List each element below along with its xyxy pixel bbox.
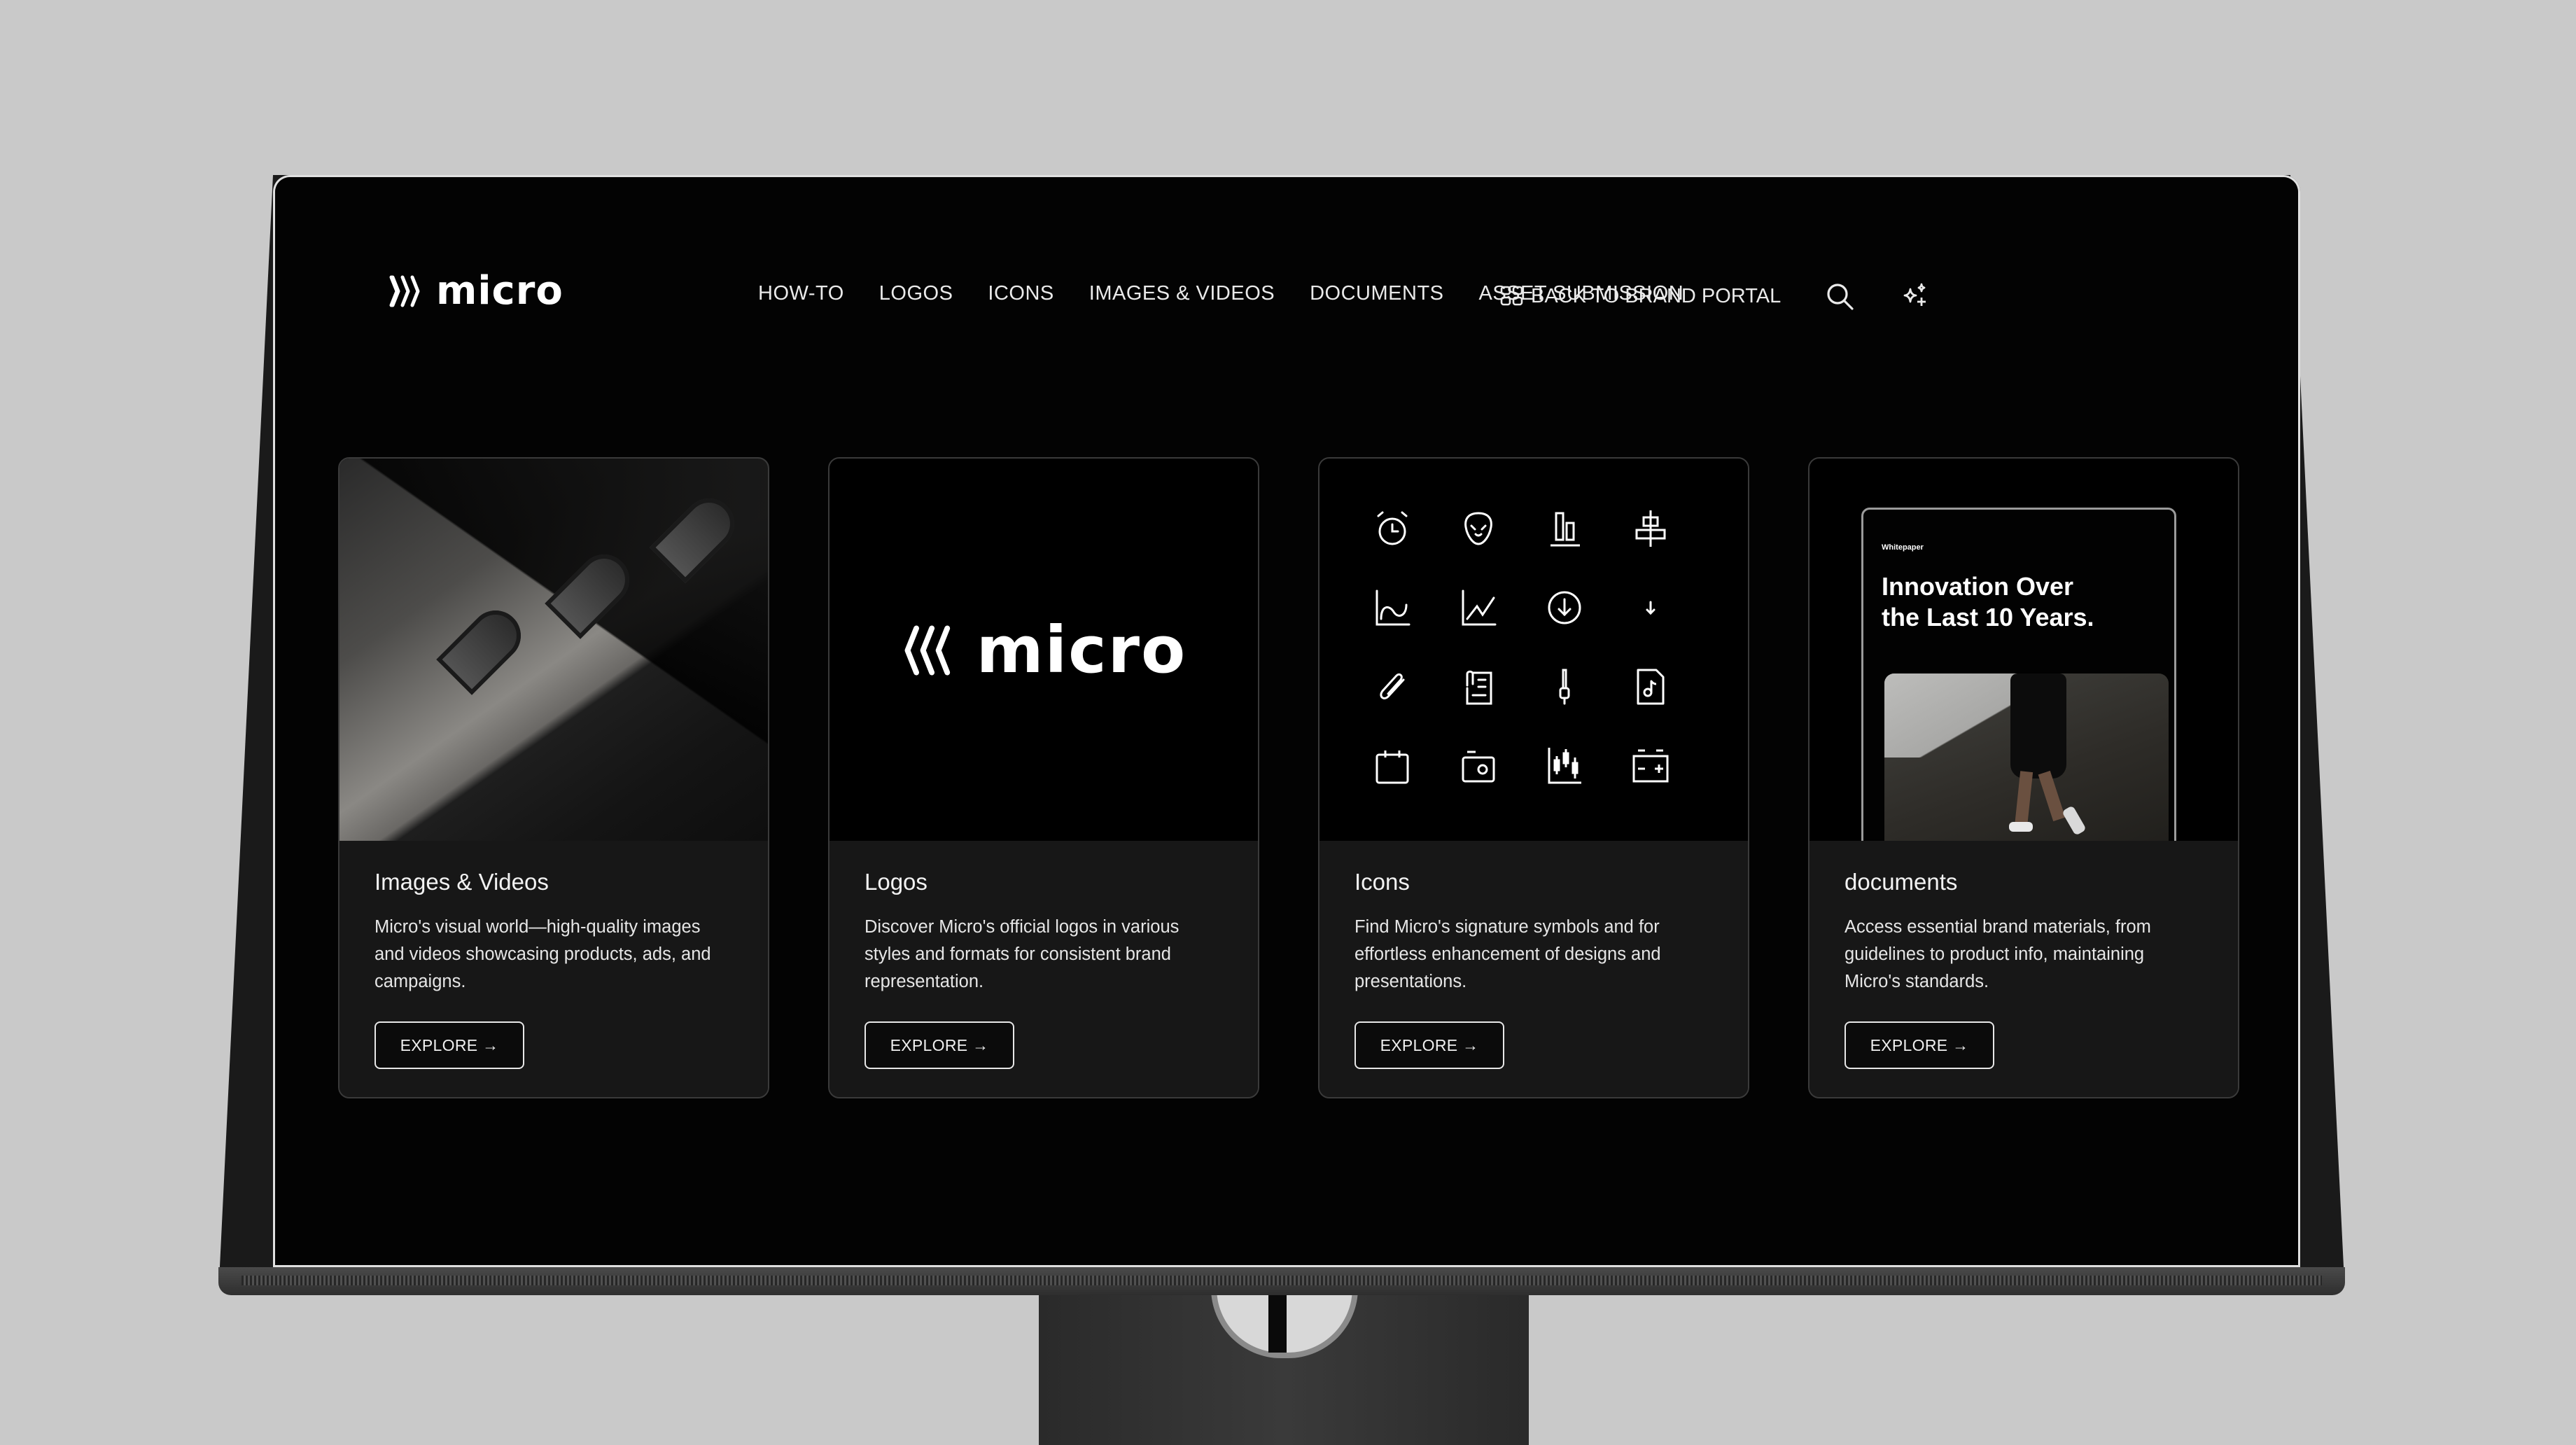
card-body: documents Access essential brand materia… (1809, 841, 2238, 1097)
card-title: Logos (864, 869, 927, 895)
stand-cable (1268, 1288, 1287, 1353)
card-description: Find Micro's signature symbols and for e… (1354, 917, 1661, 991)
calendar-icon (1376, 751, 1409, 784)
micro-logo-preview: micro (830, 459, 1258, 841)
nav-item-icons[interactable]: ICONS (988, 282, 1054, 305)
nav-item-documents[interactable]: DOCUMENTS (1310, 282, 1443, 305)
explore-documents-button[interactable]: EXPLORE → (1844, 1021, 1994, 1069)
back-link-label: BACK TO BRAND PORTAL (1531, 284, 1782, 307)
back-to-brand-portal-link[interactable]: BACK TO BRAND PORTAL (1500, 285, 1781, 308)
card-title: Icons (1354, 869, 1410, 895)
battery-icon (1632, 749, 1669, 783)
brand-logo[interactable]: micro (387, 268, 564, 314)
music-file-icon (1637, 669, 1665, 705)
header-actions: BACK TO BRAND PORTAL (1500, 279, 1932, 313)
logo-wordmark: micro (976, 613, 1187, 687)
card-body: Icons Find Micro's signature symbols and… (1320, 841, 1748, 1097)
doc-headline-line-1: Innovation Over (1882, 572, 2074, 601)
card-description: Micro's visual world—high-quality images… (374, 917, 711, 991)
card-documents: Whitepaper Innovation Over the Last 10 Y… (1808, 457, 2239, 1098)
brand-portal-page: micro HOW-TO LOGOS ICONS IMAGES & VIDEOS… (275, 177, 2298, 1265)
alarm-clock-icon (1377, 511, 1408, 545)
curve-chart-icon (1376, 589, 1410, 626)
nav-item-logos[interactable]: LOGOS (879, 282, 953, 305)
icon-grid (1370, 506, 1673, 788)
search-icon (1827, 284, 1854, 310)
audio-jack-icon (1559, 669, 1570, 705)
align-center-icon (1635, 510, 1666, 547)
chevrons-logo-icon (904, 625, 950, 675)
monitor-screen: micro HOW-TO LOGOS ICONS IMAGES & VIDEOS… (273, 175, 2300, 1267)
card-images-videos: Images & Videos Micro's visual world—hig… (338, 457, 769, 1098)
camera-icon (1462, 751, 1495, 783)
whitepaper-preview: Whitepaper Innovation Over the Last 10 Y… (1809, 459, 2238, 884)
card-logos: micro Logos Discover Micro's official lo… (828, 457, 1259, 1098)
grid-icon (1500, 286, 1523, 306)
doc-headline-line-2: the Last 10 Years. (1882, 603, 2094, 631)
abstract-metal-image (340, 459, 768, 841)
nav-item-how-to[interactable]: HOW-TO (758, 282, 844, 305)
attached-document-icon (1466, 670, 1492, 705)
alien-face-icon (1464, 512, 1492, 545)
micro-logo: micro (830, 613, 1258, 687)
doc-label: Whitepaper (1882, 543, 1924, 552)
monitor-mockup: micro HOW-TO LOGOS ICONS IMAGES & VIDEOS… (0, 0, 2576, 1445)
line-chart-icon (1462, 589, 1497, 626)
chevrons-logo-icon (389, 275, 420, 307)
ai-assistant-button[interactable] (1898, 279, 1932, 313)
whitepaper-cover: Whitepaper Innovation Over the Last 10 Y… (1861, 508, 2176, 884)
card-icons: Icons Find Micro's signature symbols and… (1318, 457, 1749, 1098)
doc-headline: Innovation Over the Last 10 Years. (1882, 571, 2094, 633)
card-body: Logos Discover Micro's official logos in… (830, 841, 1258, 1097)
candlestick-chart-icon (1548, 748, 1581, 784)
download-circle-icon (1548, 591, 1581, 624)
explore-images-videos-button[interactable]: EXPLORE → (374, 1021, 524, 1069)
explore-icons-button[interactable]: EXPLORE → (1354, 1021, 1504, 1069)
sparkles-icon (1903, 283, 1926, 306)
paperclip-icon (1380, 673, 1405, 699)
icon-grid-preview (1320, 459, 1748, 841)
speaker-grille (241, 1276, 2322, 1285)
explore-logos-button[interactable]: EXPLORE → (864, 1021, 1014, 1069)
card-title: Images & Videos (374, 869, 549, 895)
card-title: documents (1844, 869, 1958, 895)
search-button[interactable] (1823, 279, 1856, 313)
arrow-down-icon (1646, 601, 1656, 615)
card-description: Access essential brand materials, from g… (1844, 917, 2151, 991)
card-body: Images & Videos Micro's visual world—hig… (340, 841, 768, 1097)
bar-chart-align-bottom-icon (1550, 512, 1580, 547)
card-description: Discover Micro's official logos in vario… (864, 917, 1180, 991)
nav-item-images-videos[interactable]: IMAGES & VIDEOS (1089, 282, 1275, 305)
brand-name: micro (436, 268, 564, 314)
